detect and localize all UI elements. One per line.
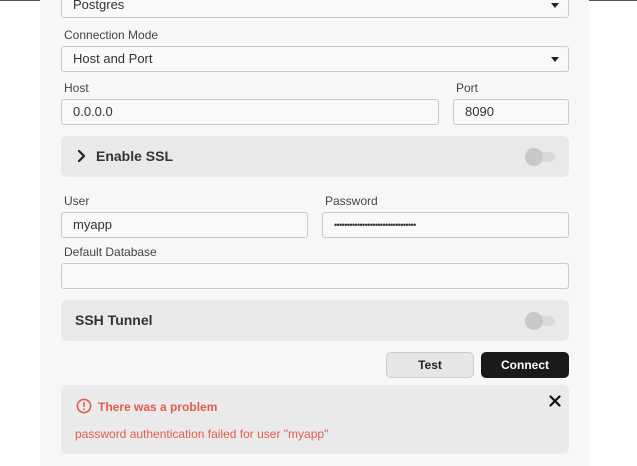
ssl-section[interactable]: Enable SSL [61, 136, 569, 177]
connect-button[interactable]: Connect [481, 352, 569, 378]
user-label: User [64, 194, 90, 208]
alert-title: There was a problem [98, 400, 218, 414]
user-input[interactable]: myapp [61, 212, 308, 238]
database-type-select[interactable]: Postgres [61, 0, 569, 18]
error-alert: There was a problem password authenticat… [61, 385, 569, 454]
connection-mode-select[interactable]: Host and Port [61, 46, 569, 72]
alert-message: password authentication failed for user … [75, 427, 329, 441]
port-label: Port [456, 81, 479, 95]
database-type-value: Postgres [73, 0, 125, 12]
password-label: Password [325, 194, 378, 208]
connection-mode-label: Connection Mode [64, 28, 159, 42]
password-input[interactable]: •••••••••••••••••••••••••••••••• [322, 212, 569, 238]
ssh-tunnel-toggle[interactable] [525, 312, 555, 330]
default-database-label: Default Database [64, 245, 157, 259]
chevron-down-icon [551, 3, 559, 8]
close-icon[interactable] [549, 395, 561, 407]
connection-mode-value: Host and Port [73, 51, 153, 66]
ssl-section-title: Enable SSL [96, 148, 174, 164]
toggle-knob [525, 148, 543, 166]
default-database-input[interactable] [61, 263, 569, 289]
alert-circle-icon [76, 398, 92, 414]
host-label: Host [64, 81, 89, 95]
ssh-tunnel-section[interactable]: SSH Tunnel [61, 300, 569, 341]
ssl-toggle[interactable] [525, 148, 555, 166]
port-input[interactable]: 8090 [453, 99, 569, 125]
test-button[interactable]: Test [386, 352, 474, 378]
chevron-down-icon [551, 57, 559, 62]
host-input[interactable]: 0.0.0.0 [61, 99, 439, 125]
toggle-knob [525, 312, 543, 330]
ssh-tunnel-title: SSH Tunnel [75, 312, 153, 328]
chevron-right-icon [77, 149, 86, 163]
